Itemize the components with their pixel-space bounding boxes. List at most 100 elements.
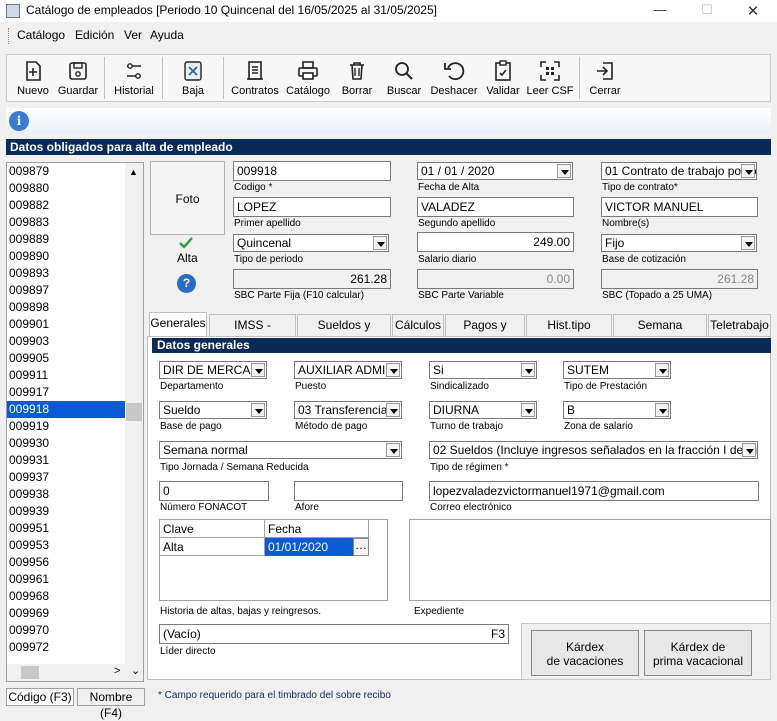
list-item[interactable]: 009905: [7, 350, 143, 367]
list-item[interactable]: 009889: [7, 231, 143, 248]
list-item[interactable]: 009919: [7, 418, 143, 435]
tab-calculos[interactable]: Cálculos: [392, 314, 444, 336]
list-item[interactable]: 009890: [7, 248, 143, 265]
chevron-down-icon[interactable]: [386, 403, 400, 417]
kardex-vacaciones-button[interactable]: Kárdex de vacaciones: [531, 630, 639, 676]
list-item[interactable]: 009972: [7, 639, 143, 656]
chevron-down-icon[interactable]: [557, 164, 571, 178]
chevron-down-icon[interactable]: [655, 403, 669, 417]
list-item[interactable]: 009970: [7, 622, 143, 639]
expediente-box[interactable]: [409, 519, 771, 601]
validar-button[interactable]: Validar: [483, 55, 523, 101]
list-item[interactable]: 009882: [7, 197, 143, 214]
menu-ver[interactable]: Ver: [124, 28, 142, 42]
tipo-periodo-select[interactable]: Quincenal: [233, 234, 389, 252]
puesto-select[interactable]: AUXILIAR ADMIN: [294, 361, 402, 379]
list-item[interactable]: 009938: [7, 486, 143, 503]
grid-cell-clave[interactable]: Alta: [160, 538, 265, 556]
chevron-down-icon[interactable]: [251, 403, 265, 417]
minimize-button[interactable]: —: [645, 2, 675, 20]
list-item[interactable]: 009918: [7, 401, 125, 418]
tab-nombre[interactable]: Nombre (F4): [77, 688, 145, 720]
deshacer-button[interactable]: Deshacer: [427, 55, 481, 101]
zona-salario-select[interactable]: B: [563, 401, 671, 419]
list-item[interactable]: 009880: [7, 180, 143, 197]
employee-list[interactable]: 009879 009880 009882 009883 009889 009890 0098…: [6, 162, 144, 682]
chevron-down-icon[interactable]: [373, 236, 387, 250]
metodo-pago-select[interactable]: 03 Transferencia e: [294, 401, 402, 419]
list-item[interactable]: 009930: [7, 435, 143, 452]
list-item[interactable]: 009883: [7, 214, 143, 231]
tab-hist-tipo-periodo[interactable]: Hist.tipo periodo: [526, 314, 612, 352]
list-item[interactable]: 009911: [7, 367, 143, 384]
tipo-jornada-select[interactable]: Semana normal: [159, 441, 402, 459]
chevron-down-icon[interactable]: [251, 363, 265, 377]
help-icon[interactable]: ?: [177, 274, 196, 293]
sbc-fija-input[interactable]: 261.28: [233, 269, 391, 289]
list-item[interactable]: 009898: [7, 299, 143, 316]
correo-input[interactable]: lopezvaladezvictormanuel1971@gmail.com: [429, 481, 759, 501]
contratos-button[interactable]: Contratos: [229, 55, 281, 101]
tipo-prestacion-select[interactable]: SUTEM: [563, 361, 671, 379]
list-item[interactable]: 009968: [7, 588, 143, 605]
tab-sueldos-salarios[interactable]: Sueldos y salarios: [297, 314, 391, 352]
chevron-down-icon[interactable]: [386, 443, 400, 457]
list-item[interactable]: 009879: [7, 163, 143, 180]
close-button[interactable]: ✕: [738, 2, 768, 20]
ellipsis-button[interactable]: …: [353, 538, 369, 556]
grid-header-fecha[interactable]: Fecha: [265, 520, 369, 538]
list-vertical-scrollbar[interactable]: ▲: [125, 163, 143, 665]
list-item[interactable]: 009901: [7, 316, 143, 333]
list-horizontal-scrollbar[interactable]: > ⌄: [7, 664, 143, 681]
list-item[interactable]: 009903: [7, 333, 143, 350]
historia-grid[interactable]: Clave Fecha Alta 01/01/2020 …: [159, 519, 388, 601]
primer-apellido-input[interactable]: LOPEZ: [233, 197, 391, 217]
historial-button[interactable]: Historial: [109, 55, 159, 101]
nuevo-button[interactable]: Nuevo: [11, 55, 55, 101]
chevron-down-icon[interactable]: [741, 164, 755, 178]
photo-box[interactable]: Foto: [150, 161, 225, 235]
tab-codigo[interactable]: Código (F3): [6, 688, 74, 706]
tab-imss-infonavit[interactable]: IMSS - Infonavit: [209, 314, 296, 352]
tab-semana-reducida[interactable]: Semana reducida: [613, 314, 707, 352]
list-item[interactable]: 009956: [7, 554, 143, 571]
list-item[interactable]: 009951: [7, 520, 143, 537]
list-item[interactable]: 009917: [7, 384, 143, 401]
baja-button[interactable]: Baja: [171, 55, 215, 101]
grid-cell-fecha[interactable]: 01/01/2020: [265, 538, 353, 556]
base-pago-select[interactable]: Sueldo: [159, 401, 267, 419]
tab-pagos-extras[interactable]: Pagos y extras: [445, 314, 525, 352]
kardex-prima-button[interactable]: Kárdex de prima vacacional: [644, 630, 752, 676]
menu-ayuda[interactable]: Ayuda: [150, 28, 184, 42]
buscar-button[interactable]: Buscar: [382, 55, 426, 101]
scroll-right-icon[interactable]: >: [114, 665, 120, 677]
lider-key[interactable]: F3: [491, 626, 505, 642]
scroll-down-icon[interactable]: ⌄: [131, 664, 140, 677]
leer-csf-button[interactable]: Leer CSF: [525, 55, 575, 101]
tipo-regimen-select[interactable]: 02 Sueldos (Incluye ingresos señalados e…: [429, 441, 758, 459]
grid-header-clave[interactable]: Clave: [160, 520, 265, 538]
sindicalizado-select[interactable]: Si: [429, 361, 537, 379]
list-item[interactable]: 009939: [7, 503, 143, 520]
menu-catalogo[interactable]: Catálogo: [17, 28, 65, 42]
maximize-button[interactable]: ☐: [692, 2, 722, 20]
afore-input[interactable]: [294, 481, 403, 501]
fonacot-input[interactable]: 0: [159, 481, 269, 501]
codigo-input[interactable]: 009918: [233, 161, 391, 181]
fecha-alta-date[interactable]: 01 / 01 / 2020: [417, 162, 573, 180]
base-cotizacion-select[interactable]: Fijo: [601, 234, 757, 252]
list-item[interactable]: 009897: [7, 282, 143, 299]
chevron-down-icon[interactable]: [386, 363, 400, 377]
list-item[interactable]: 009893: [7, 265, 143, 282]
chevron-down-icon[interactable]: [742, 443, 756, 457]
lider-input[interactable]: (Vacío) F3: [159, 624, 509, 644]
catalogo-button[interactable]: Catálogo: [284, 55, 332, 101]
cerrar-button[interactable]: Cerrar: [583, 55, 627, 101]
chevron-down-icon[interactable]: [521, 363, 535, 377]
scroll-thumb[interactable]: [126, 403, 142, 421]
list-item[interactable]: 009937: [7, 469, 143, 486]
tab-teletrabajo[interactable]: Teletrabajo: [708, 314, 771, 336]
list-item[interactable]: 009931: [7, 452, 143, 469]
list-item[interactable]: 009953: [7, 537, 143, 554]
list-item[interactable]: 009961: [7, 571, 143, 588]
